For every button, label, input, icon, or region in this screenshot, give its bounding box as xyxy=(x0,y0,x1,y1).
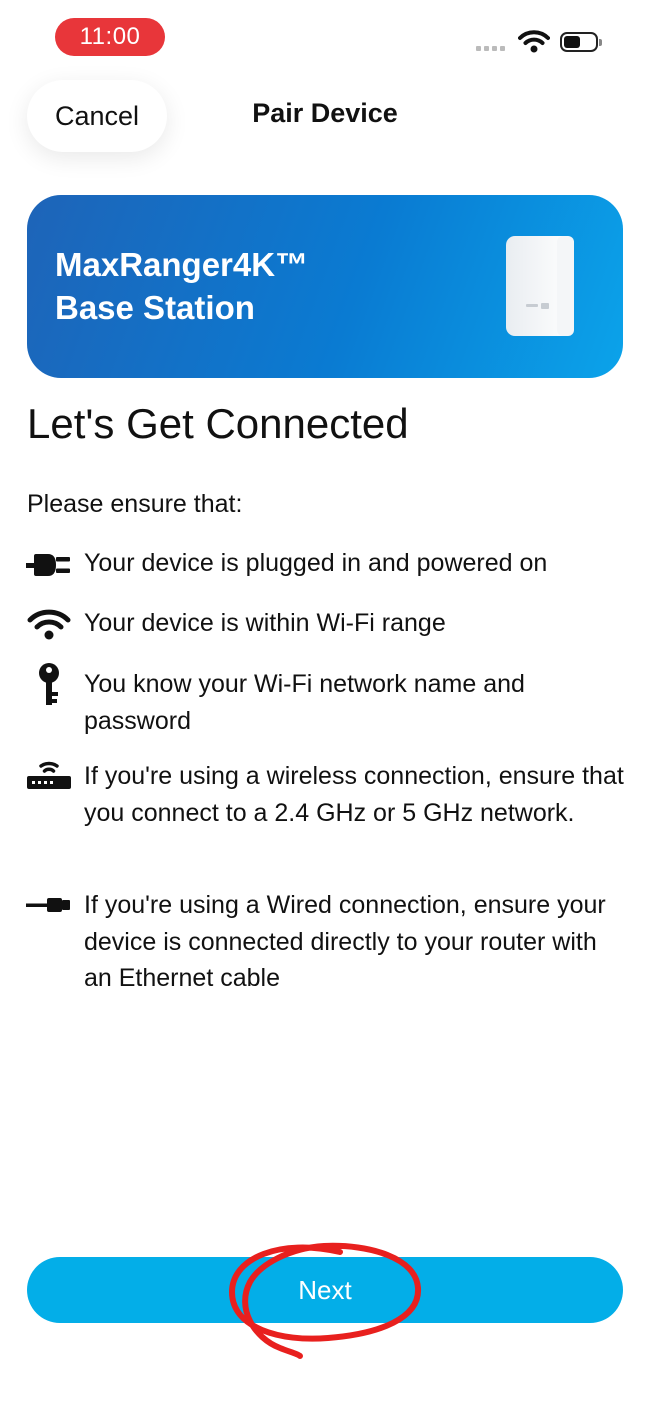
banner-product-type: Base Station xyxy=(55,289,255,326)
ethernet-cable-icon xyxy=(26,895,72,915)
requirement-wifi: Your device is within Wi-Fi range xyxy=(84,609,446,637)
battery-icon xyxy=(560,32,602,54)
wifi-icon xyxy=(518,30,550,59)
requirement-wired: If you're using a Wired connection, ensu… xyxy=(84,891,606,992)
wifi-icon xyxy=(26,609,72,641)
intro-text: Please ensure that: xyxy=(27,490,243,518)
heading: Let's Get Connected xyxy=(27,400,409,447)
banner-title: MaxRanger4K™ Base Station xyxy=(55,243,455,329)
requirement-power: Your device is plugged in and powered on xyxy=(84,549,548,577)
status-bar: 11:00 xyxy=(0,0,650,80)
banner-product-name: MaxRanger4K™ xyxy=(55,246,309,283)
status-time: 11:00 xyxy=(55,18,165,56)
power-plug-icon xyxy=(26,552,72,578)
page-title: Pair Device xyxy=(252,98,398,128)
requirement-wireless: If you're using a wireless connection, e… xyxy=(84,762,624,827)
base-station-image xyxy=(506,236,574,336)
cellular-dots-icon xyxy=(476,46,505,51)
key-icon xyxy=(26,662,72,706)
product-banner: MaxRanger4K™ Base Station xyxy=(27,195,623,378)
requirement-credentials: You know your Wi-Fi network name and pas… xyxy=(84,670,525,735)
router-icon xyxy=(26,760,72,792)
next-button[interactable]: Next xyxy=(27,1257,623,1323)
